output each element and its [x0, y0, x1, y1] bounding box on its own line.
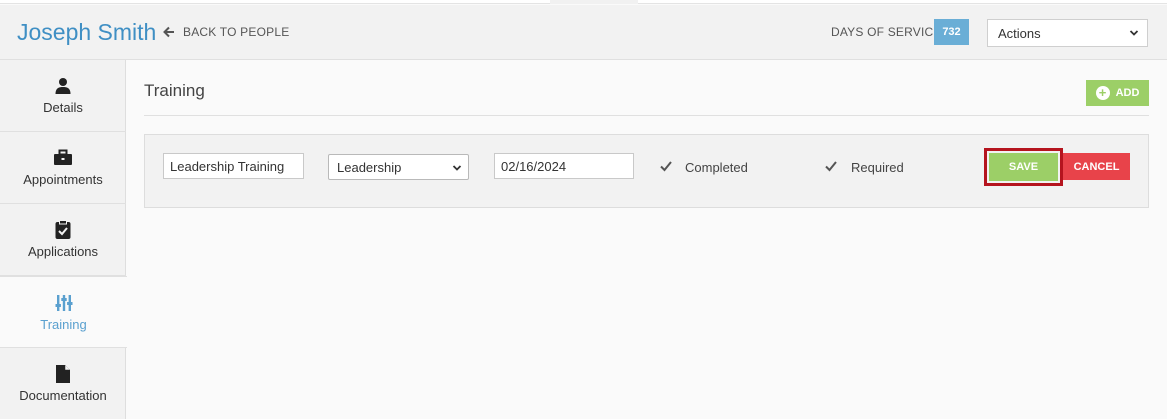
person-name: Joseph Smith [17, 19, 157, 45]
user-icon [53, 76, 73, 96]
save-button-highlight: SAVE [984, 148, 1063, 186]
sidebar-item-label: Documentation [19, 388, 107, 403]
top-tab [550, 0, 638, 4]
plus-icon: + [1095, 86, 1110, 100]
sidebar-item-label: Training [40, 316, 87, 332]
sidebar-item-applications[interactable]: Applications [0, 204, 126, 276]
document-icon [53, 364, 73, 384]
cancel-button[interactable]: CANCEL [1063, 153, 1130, 180]
save-button[interactable]: SAVE [989, 153, 1058, 181]
training-category-value: Leadership [337, 159, 402, 175]
completed-checkbox[interactable] [659, 159, 673, 173]
training-date-input[interactable] [494, 153, 634, 179]
back-to-people-link[interactable]: BACK TO PEOPLE [163, 25, 289, 39]
main-content: Training + ADD Leadership Completed Requ… [127, 60, 1167, 419]
training-category-select[interactable]: Leadership [328, 154, 469, 180]
completed-label: Completed [685, 160, 748, 175]
actions-dropdown-label: Actions [998, 25, 1041, 41]
chevron-down-icon [452, 165, 462, 171]
days-of-service-badge: 732 [934, 19, 969, 45]
sliders-icon [54, 293, 74, 313]
sidebar-item-label: Details [43, 100, 83, 115]
clipboard-check-icon [53, 220, 73, 240]
briefcase-icon [53, 148, 73, 168]
add-button-label: ADD [1115, 87, 1140, 99]
training-name-input[interactable] [163, 153, 304, 179]
actions-dropdown[interactable]: Actions [987, 19, 1148, 47]
top-strip [0, 0, 1167, 4]
required-checkbox[interactable] [824, 159, 838, 173]
sidebar-item-label: Applications [27, 244, 99, 259]
back-link-label: BACK TO PEOPLE [183, 25, 290, 39]
person-header: Joseph Smith BACK TO PEOPLE DAYS OF SERV… [0, 5, 1167, 60]
section-title: Training [144, 81, 205, 100]
sidebar-item-label: Appointments [23, 172, 103, 187]
arrow-left-icon [163, 26, 174, 38]
training-edit-row: Leadership Completed Required SAVE CANCE… [144, 134, 1149, 208]
add-button[interactable]: + ADD [1086, 80, 1149, 106]
chevron-down-icon [1129, 30, 1139, 36]
days-of-service-label: DAYS OF SERVICE [831, 25, 942, 39]
sidebar-item-training[interactable]: Training [0, 276, 127, 348]
required-label: Required [851, 160, 904, 175]
divider [144, 115, 1149, 116]
sidebar-item-documentation[interactable]: Documentation [0, 348, 126, 419]
page: Joseph Smith BACK TO PEOPLE DAYS OF SERV… [0, 0, 1167, 419]
sidebar: Details Appointments Applications Traini… [0, 60, 127, 419]
sidebar-item-details[interactable]: Details [0, 60, 126, 132]
sidebar-item-appointments[interactable]: Appointments [0, 132, 126, 204]
